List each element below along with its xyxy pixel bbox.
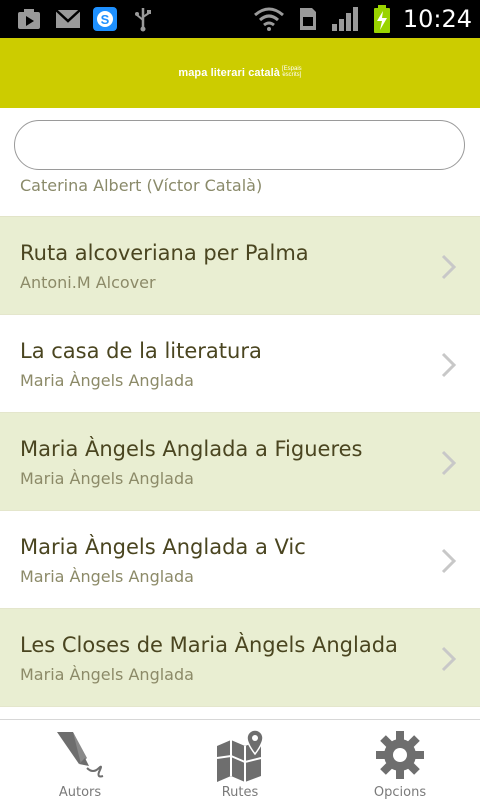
chevron-right-icon [441, 646, 457, 672]
nav-label: Opcions [373, 785, 427, 800]
list-item-partial[interactable]: Caterina Albert (Víctor Català) [0, 176, 480, 217]
routes-list[interactable]: Caterina Albert (Víctor Català) Ruta alc… [0, 108, 480, 719]
list-item-subtitle: Antoni.M Alcover [20, 273, 156, 292]
chevron-right-icon [441, 254, 457, 280]
list-item[interactable]: Maria Àngels Anglada a Vic Maria Àngels … [0, 511, 480, 609]
wifi-icon [252, 0, 286, 38]
app-logo: mapa literari català [Espais escrits] [178, 66, 302, 79]
media-play-icon [16, 0, 42, 38]
list-item[interactable]: Les Closes de Maria Àngels Anglada Maria… [0, 609, 480, 707]
list-item-subtitle: Maria Àngels Anglada [20, 469, 194, 488]
list-item-title: Maria Àngels Anglada a Figueres [20, 437, 363, 461]
nav-tab-rutes[interactable]: Rutes [160, 720, 320, 800]
map-pin-icon [213, 728, 267, 782]
quill-pen-icon [53, 728, 107, 782]
list-item-subtitle: Maria Àngels Anglada [20, 567, 194, 586]
nav-tab-opcions[interactable]: Opcions [320, 720, 480, 800]
usb-icon [132, 0, 154, 38]
nav-label: Autors [58, 785, 102, 800]
nav-tab-autors[interactable]: Autors [0, 720, 160, 800]
search-input[interactable] [14, 120, 465, 170]
chevron-right-icon [441, 548, 457, 574]
app-header: mapa literari català [Espais escrits] [0, 38, 480, 108]
list-item-subtitle: Maria Àngels Anglada [20, 371, 194, 390]
battery-charging-icon [372, 0, 392, 38]
list-item-title: La casa de la literatura [20, 339, 262, 363]
list-item-subtitle: Caterina Albert (Víctor Català) [20, 176, 263, 195]
list-item-title: Maria Àngels Anglada a Vic [20, 535, 306, 559]
bottom-navigation: Autors Rutes Opcions [0, 719, 480, 800]
svg-text:S: S [101, 12, 110, 27]
chevron-right-icon [441, 450, 457, 476]
nav-label: Rutes [221, 785, 259, 800]
status-bar: S 10:24 [0, 0, 480, 38]
list-item[interactable]: Maria Àngels Anglada a Figueres Maria Àn… [0, 413, 480, 511]
clock-time: 10:24 [402, 5, 472, 33]
signal-icon [330, 0, 360, 38]
list-item-subtitle: Maria Àngels Anglada [20, 665, 194, 684]
chevron-right-icon [441, 352, 457, 378]
gear-icon [373, 728, 427, 782]
skype-icon: S [92, 0, 118, 38]
gmail-icon [54, 0, 82, 38]
list-item-title: Ruta alcoveriana per Palma [20, 241, 309, 265]
search-bar [0, 108, 480, 176]
list-item[interactable]: La casa de la literatura Maria Àngels An… [0, 315, 480, 413]
logo-subtitle: [Espais escrits] [281, 66, 302, 78]
list-item[interactable]: Ruta alcoveriana per Palma Antoni.M Alco… [0, 217, 480, 315]
sim-card-icon [298, 0, 318, 38]
list-item-title: Les Closes de Maria Àngels Anglada [20, 633, 398, 657]
logo-title: mapa literari català [178, 67, 280, 79]
